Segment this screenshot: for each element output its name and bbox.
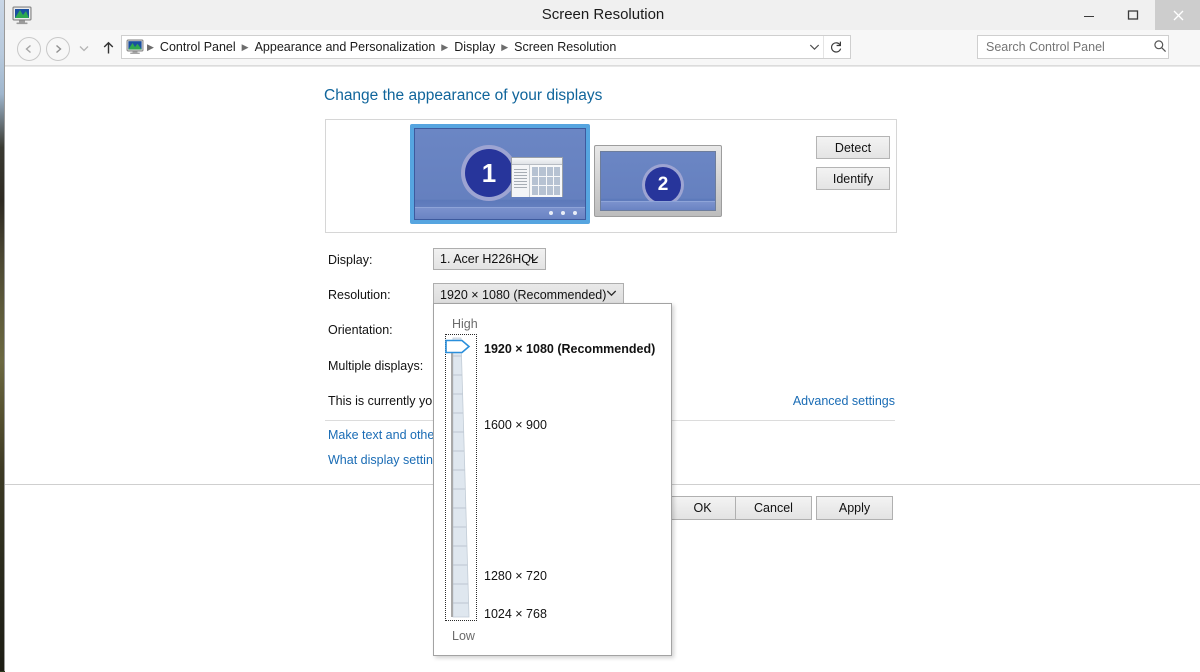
monitor-1-taskbar: [415, 207, 585, 219]
chevron-down-icon: [529, 254, 539, 265]
resolution-dropdown-popup[interactable]: High Low 1920 × 1080 (Recommended) 1600 …: [433, 303, 672, 656]
recent-locations-chevron-down-icon[interactable]: [75, 37, 93, 59]
resolution-label: Resolution:: [328, 288, 391, 302]
search-box[interactable]: [977, 35, 1169, 59]
resolution-select-value: 1920 × 1080 (Recommended): [440, 287, 607, 302]
resolution-option-1[interactable]: 1600 × 900: [484, 418, 547, 432]
breadcrumb-separator: ▶: [441, 41, 449, 52]
screen-resolution-window: Screen Resolution ▶ Control Panel ▶ Appe…: [4, 0, 1200, 672]
identify-button[interactable]: Identify: [816, 167, 890, 190]
breadcrumb-separator: ▶: [241, 41, 249, 52]
window-title: Screen Resolution: [541, 6, 665, 23]
search-icon[interactable]: [1149, 39, 1171, 56]
navigation-bar: ▶ Control Panel ▶ Appearance and Persona…: [5, 30, 1200, 66]
monitor-preview-2[interactable]: 2: [594, 145, 722, 217]
maximize-button[interactable]: [1110, 0, 1155, 30]
slider-rail: [451, 342, 453, 617]
apply-button[interactable]: Apply: [816, 496, 893, 520]
monitor-1-screen: 1: [414, 128, 586, 220]
ok-button[interactable]: OK: [664, 496, 741, 520]
forward-arrow-icon[interactable]: [46, 37, 70, 61]
monitor-2-taskbar: [601, 201, 715, 210]
monitor-1-number: 1: [461, 145, 517, 201]
multiple-displays-label: Multiple displays:: [328, 359, 424, 373]
breadcrumb-separator: ▶: [147, 41, 154, 52]
display-arrangement-panel[interactable]: 1 2 Detect Identify: [325, 119, 897, 233]
breadcrumb-control-panel[interactable]: Control Panel: [157, 40, 239, 54]
slider-low-label: Low: [452, 629, 475, 643]
resolution-option-3[interactable]: 1024 × 768: [484, 607, 547, 621]
monitor-preview-1[interactable]: 1: [410, 124, 590, 224]
cancel-button[interactable]: Cancel: [735, 496, 812, 520]
slider-high-label: High: [452, 317, 478, 331]
chevron-down-icon: [606, 289, 617, 300]
address-bar[interactable]: ▶ Control Panel ▶ Appearance and Persona…: [121, 35, 851, 59]
display-select[interactable]: 1. Acer H226HQL: [433, 248, 546, 270]
minimize-button[interactable]: [1066, 0, 1111, 30]
monitor-2-screen: 2: [600, 151, 716, 211]
resolution-option-2[interactable]: 1280 × 720: [484, 569, 547, 583]
display-select-value: 1. Acer H226HQL: [440, 252, 538, 266]
close-button[interactable]: [1155, 0, 1200, 30]
search-input[interactable]: [984, 39, 1149, 55]
breadcrumb-screen-resolution[interactable]: Screen Resolution: [511, 40, 619, 54]
up-arrow-icon[interactable]: [97, 37, 119, 59]
orientation-label: Orientation:: [328, 323, 393, 337]
breadcrumb-display[interactable]: Display: [451, 40, 498, 54]
display-label: Display:: [328, 253, 373, 267]
advanced-settings-link[interactable]: Advanced settings: [793, 394, 895, 408]
breadcrumb-appearance-and-personalization[interactable]: Appearance and Personalization: [252, 40, 439, 54]
resolution-option-0[interactable]: 1920 × 1080 (Recommended): [484, 342, 655, 356]
monitor-2-number: 2: [642, 164, 684, 206]
address-chevron-down-icon[interactable]: [804, 36, 824, 58]
title-bar: Screen Resolution: [5, 0, 1200, 31]
breadcrumb-separator: ▶: [501, 41, 509, 52]
back-arrow-icon[interactable]: [17, 37, 41, 61]
resolution-slider-thumb[interactable]: [445, 339, 471, 354]
display-monitor-icon: [126, 39, 144, 55]
explorer-window-icon: [511, 157, 563, 197]
detect-button[interactable]: Detect: [816, 136, 890, 159]
page-title: Change the appearance of your displays: [324, 87, 603, 104]
refresh-icon[interactable]: [823, 36, 848, 58]
